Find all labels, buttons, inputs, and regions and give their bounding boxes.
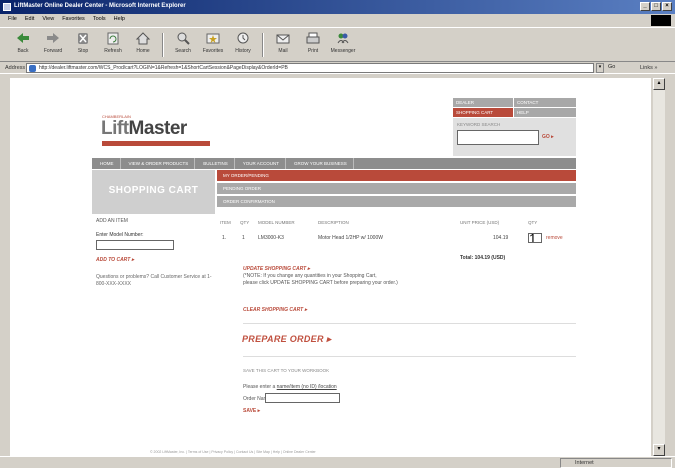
forward-button[interactable]: Forward (38, 31, 68, 59)
search-go-button[interactable]: GO ▸ (542, 134, 554, 140)
search-icon (177, 32, 190, 45)
print-icon (306, 32, 320, 44)
model-number-input[interactable] (96, 240, 174, 250)
refresh-button[interactable]: Refresh (98, 31, 128, 59)
window-title: LiftMaster Online Dealer Center - Micros… (14, 3, 186, 9)
shopping-cart-banner: SHOPPING CART (92, 170, 215, 214)
step-pending-order[interactable]: PENDING ORDER (217, 183, 576, 194)
step-my-order[interactable]: MY ORDER/PENDING (217, 170, 576, 181)
order-steps: MY ORDER/PENDING PENDING ORDER ORDER CON… (217, 170, 576, 209)
save-cart-title: SAVE THIS CART TO YOUR WORKBOOK (243, 368, 330, 373)
browser-toolbar: Back Forward Stop Refresh Home Search Fa… (0, 27, 675, 60)
keyword-search-input[interactable] (457, 130, 539, 145)
mail-button[interactable]: Mail (268, 31, 298, 59)
prepare-order-button[interactable]: PREPARE ORDER ▸ (242, 334, 331, 345)
mail-icon (276, 34, 290, 44)
links-button[interactable]: Links » (640, 65, 657, 71)
go-button[interactable]: Go (608, 64, 615, 70)
main-nav: HOME VIEW & ORDER PRODUCTS BULLETINS YOU… (92, 158, 576, 169)
step-order-confirmation[interactable]: ORDER CONFIRMATION (217, 196, 576, 207)
page-icon (29, 65, 36, 72)
home-icon (135, 32, 151, 45)
ie-app-icon (3, 3, 11, 11)
divider (243, 356, 576, 357)
add-item-title: ADD AN ITEM (96, 218, 128, 224)
back-button[interactable]: Back (8, 31, 38, 59)
remove-link[interactable]: remove (546, 235, 563, 241)
vertical-scrollbar[interactable]: ▴ ▾ (653, 78, 665, 456)
toolbar-separator (262, 33, 264, 57)
order-name-input[interactable] (265, 393, 340, 403)
logo-underline-bar (102, 141, 210, 146)
nav-home[interactable]: HOME (92, 158, 121, 169)
customer-service-note: Questions or problems? Call Customer Ser… (96, 274, 212, 287)
status-bar: Internet (0, 456, 675, 468)
scroll-down-button[interactable]: ▾ (653, 444, 665, 456)
tab-contact[interactable]: CONTACT (514, 98, 576, 107)
menu-file[interactable]: File (8, 16, 17, 26)
cart-total: Total: 104.19 (USD) (460, 255, 506, 261)
search-button[interactable]: Search (168, 31, 198, 59)
divider (243, 323, 576, 324)
page-viewport: CHAMBERLAIN LiftMaster DEALER CONTACT SH… (10, 78, 651, 456)
stop-button[interactable]: Stop (68, 31, 98, 59)
messenger-icon (337, 33, 349, 44)
tab-shopping-cart[interactable]: SHOPPING CART (453, 108, 513, 117)
favorites-button[interactable]: Favorites (198, 31, 228, 59)
address-dropdown-button[interactable]: ▾ (596, 63, 604, 73)
menu-view[interactable]: View (42, 16, 54, 26)
nav-view-order-products[interactable]: VIEW & ORDER PRODUCTS (121, 158, 196, 169)
window-titlebar: LiftMaster Online Dealer Center - Micros… (0, 0, 675, 14)
save-note-link[interactable]: name/item (no ID) /location (277, 384, 337, 390)
home-button[interactable]: Home (128, 31, 158, 59)
maximize-button[interactable]: □ (651, 2, 661, 11)
menu-bar: File Edit View Favorites Tools Help (0, 14, 675, 26)
close-button[interactable]: × (662, 2, 672, 11)
model-number-label: Enter Model Number: (96, 232, 144, 238)
minimize-button[interactable]: _ (640, 2, 650, 11)
menu-edit[interactable]: Edit (25, 16, 34, 26)
messenger-button[interactable]: Messenger (328, 31, 358, 59)
nav-grow-your-business[interactable]: GROW YOUR BUSINESS (286, 158, 354, 169)
favorites-icon (206, 33, 220, 44)
back-arrow-icon (17, 33, 29, 43)
keyword-search-panel: KEYWORD SEARCH GO ▸ (453, 118, 576, 156)
save-cart-note: Please enter a name/item (no ID) /locati… (243, 384, 337, 390)
menu-tools[interactable]: Tools (93, 16, 106, 26)
table-header: ITEM QTY MODEL NUMBER DESCRIPTION UNIT P… (220, 220, 538, 225)
update-cart-button[interactable]: UPDATE SHOPPING CART ▸ (243, 266, 310, 272)
table-row: 1. 1 LM3000-K3 Motor Head 1/2HP w/ 1000W… (220, 233, 576, 243)
history-button[interactable]: History (228, 31, 258, 59)
print-button[interactable]: Print (298, 31, 328, 59)
refresh-icon (107, 32, 119, 45)
nav-your-account[interactable]: YOUR ACCOUNT (235, 158, 287, 169)
menu-help[interactable]: Help (114, 16, 125, 26)
update-note: (*NOTE: If you change any quantities in … (243, 273, 398, 286)
toolbar-separator (162, 33, 164, 57)
page-footer: © 2002 LiftMaster, Inc. | Terms of Use |… (150, 450, 316, 454)
address-label: Address (5, 65, 26, 71)
windows-throbber-icon (651, 15, 671, 26)
nav-bulletins[interactable]: BULLETINS (195, 158, 235, 169)
address-bar: Address http://dealer.liftmaster.com/WCS… (0, 61, 675, 74)
save-cart-button[interactable]: SAVE ▸ (243, 408, 260, 414)
tab-help[interactable]: HELP (514, 108, 576, 117)
menu-favorites[interactable]: Favorites (62, 16, 85, 26)
search-label: KEYWORD SEARCH (457, 122, 501, 127)
stop-icon (78, 33, 88, 44)
tab-dealer[interactable]: DEALER (453, 98, 513, 107)
security-zone: Internet (560, 458, 672, 468)
clear-cart-button[interactable]: CLEAR SHOPPING CART ▸ (243, 307, 307, 313)
scroll-up-button[interactable]: ▴ (653, 78, 665, 90)
liftmaster-logo[interactable]: LiftMaster (101, 118, 187, 140)
quantity-input[interactable] (528, 233, 542, 243)
forward-arrow-icon (47, 33, 59, 43)
history-icon (237, 32, 249, 44)
address-input[interactable]: http://dealer.liftmaster.com/WCS_Prod/ca… (26, 63, 594, 73)
cart-table: ITEM QTY MODEL NUMBER DESCRIPTION UNIT P… (220, 219, 576, 261)
window-controls: _ □ × (640, 2, 672, 11)
address-url: http://dealer.liftmaster.com/WCS_Prod/ca… (39, 65, 288, 71)
add-to-cart-button[interactable]: ADD TO CART ▸ (96, 257, 134, 263)
